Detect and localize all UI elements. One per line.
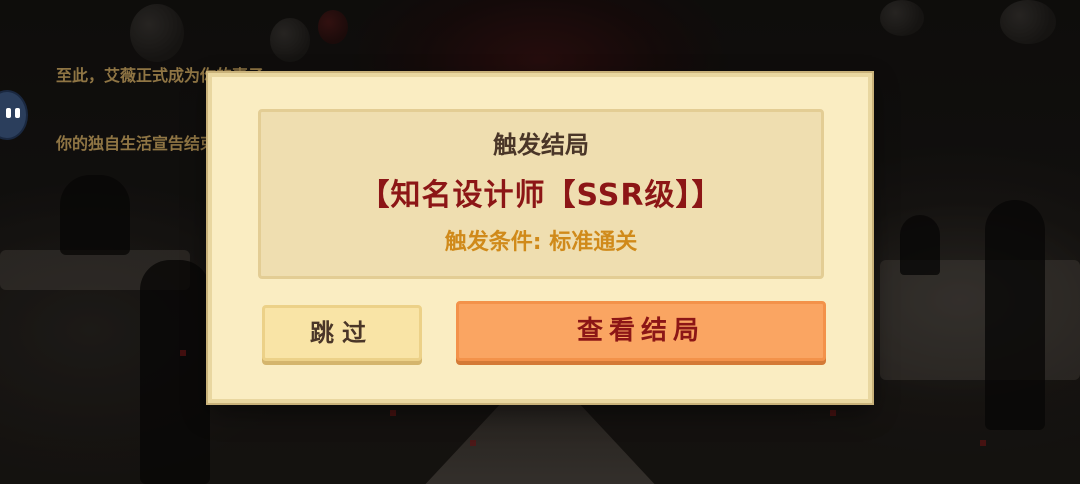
trigger-condition: 触发条件: 标准通关	[444, 230, 638, 255]
chat-bot-icon	[15, 108, 20, 118]
ending-name: 【知名设计师【SSR级】】	[359, 178, 723, 213]
ending-dialog: 触发结局 【知名设计师【SSR级】】 触发条件: 标准通关 跳过 查看结局	[208, 73, 872, 403]
dialog-title: 触发结局	[493, 131, 589, 159]
view-ending-button[interactable]: 查看结局	[456, 301, 826, 361]
chat-bot-icon	[6, 108, 11, 118]
ending-info-panel: 触发结局 【知名设计师【SSR级】】 触发条件: 标准通关	[258, 109, 824, 279]
story-text-line: 你的独自生活宣告结束	[56, 134, 217, 153]
skip-button[interactable]: 跳过	[262, 305, 422, 361]
